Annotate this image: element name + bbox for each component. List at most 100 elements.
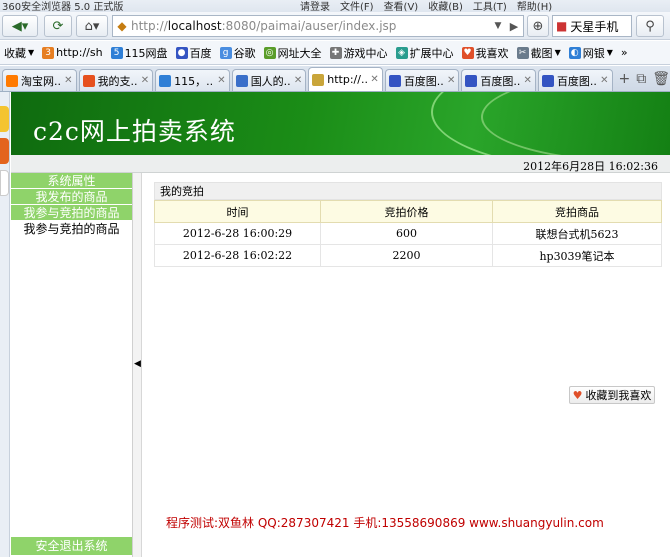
- bookmark-item[interactable]: ◎ 网址大全: [260, 45, 326, 61]
- search-icon: ⚲: [645, 18, 655, 34]
- more-bookmarks[interactable]: »: [617, 46, 632, 59]
- tab-label: http://...: [327, 73, 368, 86]
- bookmark-icon: 3: [42, 46, 55, 59]
- screenshot-icon: ✂: [516, 46, 529, 59]
- close-tab-icon[interactable]: ✕: [447, 75, 455, 86]
- address-dropdown-icon[interactable]: ▼: [491, 21, 505, 31]
- bookmark-item[interactable]: ✂ 截图 ▼: [513, 45, 565, 61]
- tab-favicon-icon: [235, 74, 248, 87]
- main-content: 我的竞拍 时间 竞拍价格 竞拍商品 2012-6-28 16:00:29 600…: [142, 173, 670, 557]
- browser-menubar: 请登录 文件(F) 查看(V) 收藏(B) 工具(T) 帮助(H): [300, 0, 552, 12]
- bid-goods: 联想台式机5623: [492, 222, 662, 245]
- close-tab-icon[interactable]: ✕: [141, 75, 149, 86]
- refresh-icon: ⟳: [52, 18, 64, 34]
- date-bar: 2012年6月28日 16:02:36: [11, 155, 670, 173]
- bookmark-item[interactable]: g 谷歌: [216, 45, 260, 61]
- bookmark-icon: 5: [110, 46, 123, 59]
- bid-goods: hp3039笔记本: [492, 244, 662, 267]
- my-bids-panel: 我的竞拍 时间 竞拍价格 竞拍商品 2012-6-28 16:00:29 600…: [154, 182, 662, 267]
- tab-favicon-icon: [465, 74, 478, 87]
- search-engine-label: 天星手机: [570, 19, 619, 34]
- sidebar-strip-icon[interactable]: [0, 170, 9, 196]
- trash-icon[interactable]: 🗑: [652, 71, 670, 87]
- bookmark-item[interactable]: 3 http://sh: [38, 46, 106, 59]
- menu-item-my-published-goods[interactable]: 我发布的商品: [11, 189, 132, 205]
- bookmark-item[interactable]: ● 百度: [172, 45, 216, 61]
- back-button[interactable]: ◀▾: [2, 15, 38, 37]
- bid-time: 2012-6-28 16:02:22: [154, 244, 321, 267]
- logout-button[interactable]: 安全退出系统: [11, 537, 132, 555]
- home-icon: ⌂▾: [84, 18, 100, 34]
- go-icon[interactable]: ▶: [505, 20, 523, 33]
- window-title: 360安全浏览器 5.0 正式版: [2, 2, 124, 12]
- close-tab-icon[interactable]: ✕: [64, 75, 72, 86]
- banner-title: c2c网上拍卖系统: [33, 117, 236, 146]
- table-row: 2012-6-28 16:02:22 2200 hp3039笔记本: [154, 244, 662, 267]
- bookmarks-bar: 收藏 ▼ 3 http://sh 5 115网盘 ● 百度 g 谷歌 ◎ 网址大全 ✚ 游戏中…: [0, 41, 670, 65]
- search-engine-box[interactable]: ■ 天星手机: [552, 15, 632, 37]
- menu-item-my-bid-goods[interactable]: 我参与竞拍的商品: [11, 221, 132, 237]
- current-datetime: 2012年6月28日 16:02:36: [523, 160, 658, 173]
- bid-price: 600: [320, 222, 493, 245]
- new-tab-icon[interactable]: +: [619, 71, 631, 87]
- address-bar[interactable]: ◆ http://localhost:8080/paimai/auser/ind…: [112, 15, 524, 37]
- close-tab-icon[interactable]: ✕: [294, 75, 302, 86]
- favorites-menu[interactable]: 收藏 ▼: [0, 45, 38, 61]
- menu-item-my-bid-goods-header[interactable]: 我参与竞拍的商品: [11, 205, 132, 221]
- tab-favicon-icon: [6, 74, 18, 87]
- search-button[interactable]: ⚲: [636, 15, 664, 37]
- menu-file[interactable]: 文件(F): [340, 0, 374, 12]
- restore-tab-icon[interactable]: ⧉: [636, 71, 646, 87]
- browser-tab[interactable]: 百度图... ✕: [537, 69, 613, 91]
- frame-splitter[interactable]: ◀: [133, 173, 142, 557]
- browser-tab[interactable]: 淘宝网... ✕: [2, 69, 77, 91]
- bookmark-item[interactable]: ◈ 扩展中心: [392, 45, 458, 61]
- browser-tab[interactable]: 我的支... ✕: [78, 69, 154, 91]
- browser-tab[interactable]: 国人的... ✕: [231, 69, 307, 91]
- menu-view[interactable]: 查看(V): [384, 0, 419, 12]
- column-header-time: 时间: [154, 200, 321, 223]
- column-header-goods: 竞拍商品: [492, 200, 662, 223]
- browser-tab[interactable]: 115，... ✕: [155, 69, 230, 91]
- login-link[interactable]: 请登录: [300, 0, 330, 12]
- collapse-arrow-icon[interactable]: ◀: [134, 359, 141, 369]
- column-header-price: 竞拍价格: [320, 200, 493, 223]
- menu-favorites[interactable]: 收藏(B): [428, 0, 463, 12]
- browser-tab[interactable]: 百度图... ✕: [384, 69, 460, 91]
- heart-icon: ♥: [572, 388, 583, 402]
- add-to-favorites-button[interactable]: ♥ 收藏到我喜欢: [569, 386, 655, 404]
- bank-icon: ◐: [568, 46, 581, 59]
- gamepad-icon: ✚: [329, 46, 342, 59]
- bookmark-item[interactable]: ✚ 游戏中心: [326, 45, 392, 61]
- tab-label: 国人的...: [250, 74, 291, 88]
- close-tab-icon[interactable]: ✕: [600, 75, 608, 86]
- tab-favicon-icon: [312, 73, 325, 86]
- tab-favicon-icon: [388, 74, 401, 87]
- tab-tools: + ⧉ 🗑: [619, 67, 670, 91]
- close-tab-icon[interactable]: ✕: [524, 75, 532, 86]
- bookmark-item[interactable]: ◐ 网银 ▼: [565, 45, 617, 61]
- globe-icon: ◎: [263, 46, 276, 59]
- home-button[interactable]: ⌂▾: [76, 15, 108, 37]
- browser-tab[interactable]: 百度图... ✕: [461, 69, 536, 91]
- menu-tools[interactable]: 工具(T): [473, 0, 507, 12]
- menu-help[interactable]: 帮助(H): [517, 0, 552, 12]
- browser-navbar: ◀▾ ⟳ ⌂▾ ◆ http://localhost:8080/paimai/a…: [0, 12, 670, 40]
- sidebar-strip-icon[interactable]: [0, 106, 9, 132]
- tab-favicon-icon: [541, 74, 554, 87]
- close-tab-icon[interactable]: ✕: [217, 75, 225, 86]
- site-favicon-icon: ◆: [117, 19, 127, 33]
- footer-credits: 程序测试:双鱼林 QQ:287307421 手机:13558690869 www…: [166, 516, 604, 530]
- menu-item-system-properties[interactable]: 系统属性: [11, 173, 132, 189]
- refresh-button[interactable]: ⟳: [44, 15, 72, 37]
- bookmark-item[interactable]: 5 115网盘: [107, 45, 172, 61]
- extension-icon: ◈: [395, 46, 408, 59]
- security-shield-button[interactable]: ⊕: [527, 15, 549, 37]
- close-tab-icon[interactable]: ✕: [370, 74, 378, 85]
- address-url[interactable]: http://localhost:8080/paimai/auser/index…: [131, 19, 491, 33]
- bookmark-item[interactable]: ♥ 我喜欢: [458, 45, 513, 61]
- site-banner: c2c网上拍卖系统: [11, 92, 670, 155]
- sidebar-strip-icon[interactable]: [0, 138, 9, 164]
- heart-icon: ♥: [461, 46, 474, 59]
- browser-tab[interactable]: http://... ✕: [308, 67, 383, 91]
